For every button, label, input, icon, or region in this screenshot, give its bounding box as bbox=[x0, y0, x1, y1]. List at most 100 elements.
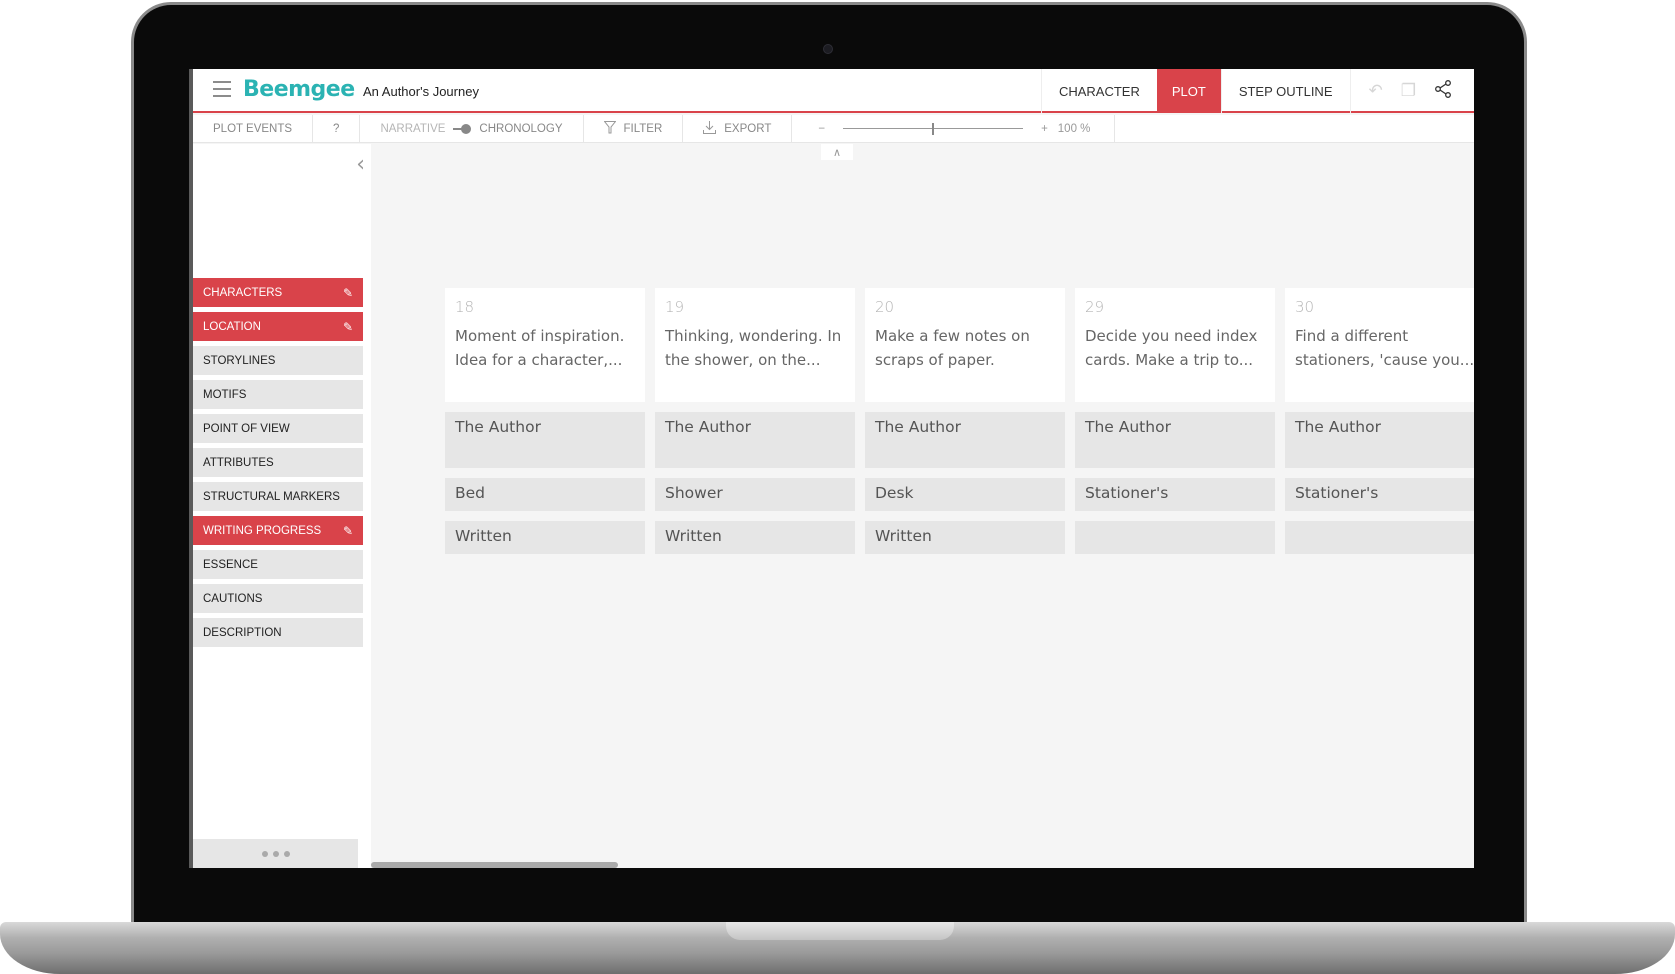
writing-progress-cell[interactable] bbox=[1285, 521, 1474, 554]
plot-event-card[interactable]: 18 Moment of inspiration. Idea for a chara… bbox=[445, 288, 645, 402]
export-label: EXPORT bbox=[724, 122, 772, 135]
horizontal-scrollbar[interactable] bbox=[371, 862, 618, 868]
zoom-control: − + 100 % bbox=[792, 115, 1116, 142]
sidebar-item-label: ESSENCE bbox=[203, 558, 258, 571]
event-description-line: Idea for a character,... bbox=[455, 351, 623, 369]
filter-icon bbox=[602, 120, 617, 137]
more-options-button[interactable] bbox=[193, 839, 358, 868]
writing-progress-cell[interactable]: Written bbox=[445, 521, 645, 554]
event-description: Decide you need index cards. Make a trip … bbox=[1085, 324, 1265, 372]
sidebar-item-structural-markers[interactable]: STRUCTURAL MARKERS bbox=[193, 482, 363, 511]
narrative-label: NARRATIVE bbox=[380, 122, 446, 135]
plot-event-column: 29 Decide you need index cards. Make a tri… bbox=[1075, 288, 1275, 554]
chevron-left-icon[interactable]: ‹ bbox=[356, 152, 365, 177]
view-order-toggle[interactable]: NARRATIVE CHRONOLOGY bbox=[360, 115, 584, 142]
sidebar-item-description[interactable]: DESCRIPTION bbox=[193, 618, 363, 647]
sidebar-item-label: WRITING PROGRESS bbox=[203, 524, 322, 537]
tab-plot[interactable]: PLOT bbox=[1156, 69, 1221, 113]
writing-progress-cell[interactable]: Written bbox=[865, 521, 1065, 554]
plot-event-card[interactable]: 29 Decide you need index cards. Make a tri… bbox=[1075, 288, 1275, 402]
pencil-icon[interactable]: ✎ bbox=[343, 524, 353, 538]
event-number: 20 bbox=[875, 298, 895, 316]
plot-events-button[interactable]: PLOT EVENTS bbox=[193, 115, 314, 142]
location-cell[interactable]: Shower bbox=[655, 478, 855, 511]
dot-icon bbox=[261, 850, 268, 857]
sidebar-item-label: CHARACTERS bbox=[203, 286, 283, 299]
zoom-out-button[interactable]: − bbox=[818, 123, 825, 135]
event-description-line: cards. Make a trip to... bbox=[1085, 351, 1254, 369]
event-description-line: Thinking, wondering. In bbox=[665, 327, 842, 345]
sidebar-item-label: POINT OF VIEW bbox=[203, 422, 290, 435]
writing-progress-cell[interactable]: Written bbox=[655, 521, 855, 554]
event-description-line: the shower, on the... bbox=[665, 351, 821, 369]
toggle-switch-icon[interactable] bbox=[453, 123, 472, 134]
zoom-level: 100 % bbox=[1057, 122, 1091, 135]
event-description-line: scraps of paper. bbox=[875, 351, 995, 369]
plot-event-card[interactable]: 20 Make a few notes on scraps of paper. bbox=[865, 288, 1065, 402]
sidebar-item-motifs[interactable]: MOTIFS bbox=[193, 380, 363, 409]
character-cell[interactable]: The Author bbox=[655, 412, 855, 468]
sidebar-item-label: STRUCTURAL MARKERS bbox=[203, 490, 340, 503]
tab-step-outline[interactable]: STEP OUTLINE bbox=[1220, 69, 1350, 113]
character-cell[interactable]: The Author bbox=[865, 412, 1065, 468]
help-button[interactable]: ? bbox=[313, 115, 361, 142]
export-button[interactable]: EXPORT bbox=[683, 115, 793, 142]
plot-event-card[interactable]: 19 Thinking, wondering. In the shower, on … bbox=[655, 288, 855, 402]
event-description-line: Make a few notes on bbox=[875, 327, 1030, 345]
event-description: Thinking, wondering. In the shower, on th… bbox=[665, 324, 845, 372]
webcam bbox=[823, 44, 833, 54]
sidebar-item-label: LOCATION bbox=[203, 320, 261, 333]
sidebar-rows: CHARACTERS ✎ LOCATION ✎ STORYLINES MOTIFS POIN… bbox=[193, 278, 363, 652]
event-number: 18 bbox=[455, 298, 475, 316]
sidebar-item-label: CAUTIONS bbox=[203, 592, 263, 605]
character-cell[interactable]: The Author bbox=[445, 412, 645, 468]
sidebar-item-point-of-view[interactable]: POINT OF VIEW bbox=[193, 414, 363, 443]
plot-event-column: 30 Find a different stationers, 'cause you… bbox=[1285, 288, 1474, 554]
location-cell[interactable]: Desk bbox=[865, 478, 1065, 511]
location-cell[interactable]: Stationer's bbox=[1075, 478, 1275, 511]
character-cell[interactable]: The Author bbox=[1285, 412, 1474, 468]
download-icon bbox=[703, 120, 717, 137]
plot-toolbar: PLOT EVENTS ? NARRATIVE CHRONOLOGY FILTE… bbox=[193, 115, 1474, 143]
location-cell[interactable]: Bed bbox=[445, 478, 645, 511]
sidebar-item-storylines[interactable]: STORYLINES bbox=[193, 346, 363, 375]
character-cell[interactable]: The Author bbox=[1075, 412, 1275, 468]
chronology-label: CHRONOLOGY bbox=[479, 122, 563, 135]
event-description: Moment of inspiration. Idea for a charact… bbox=[455, 324, 635, 372]
main-nav: CHARACTER PLOT STEP OUTLINE ↶ ❐ bbox=[1040, 69, 1474, 113]
sidebar-item-attributes[interactable]: ATTRIBUTES bbox=[193, 448, 363, 477]
share-icon[interactable] bbox=[1434, 79, 1452, 103]
sidebar-item-essence[interactable]: ESSENCE bbox=[193, 550, 363, 579]
sidebar-item-label: STORYLINES bbox=[203, 354, 276, 367]
event-description: Make a few notes on scraps of paper. bbox=[875, 324, 1055, 372]
document-title: An Author's Journey bbox=[363, 84, 479, 99]
plot-event-card[interactable]: 30 Find a different stationers, 'cause you… bbox=[1285, 288, 1474, 402]
zoom-in-button[interactable]: + bbox=[1041, 123, 1048, 135]
sidebar-item-label: ATTRIBUTES bbox=[203, 456, 274, 469]
filter-button[interactable]: FILTER bbox=[584, 115, 684, 142]
sidebar-item-label: DESCRIPTION bbox=[203, 626, 282, 639]
dot-icon bbox=[283, 850, 290, 857]
event-number: 29 bbox=[1085, 298, 1105, 316]
zoom-slider-thumb[interactable] bbox=[932, 122, 935, 135]
sidebar-item-characters[interactable]: CHARACTERS ✎ bbox=[193, 278, 363, 307]
dot-icon bbox=[272, 850, 279, 857]
event-number: 30 bbox=[1295, 298, 1315, 316]
writing-progress-cell[interactable] bbox=[1075, 521, 1275, 554]
sidebar-item-writing-progress[interactable]: WRITING PROGRESS ✎ bbox=[193, 516, 363, 545]
logo[interactable]: Beemgee bbox=[243, 77, 355, 102]
event-number: 19 bbox=[665, 298, 685, 316]
sidebar-item-cautions[interactable]: CAUTIONS bbox=[193, 584, 363, 613]
collapse-up-button[interactable]: ∧ bbox=[821, 144, 853, 160]
undo-icon[interactable]: ↶ bbox=[1369, 81, 1383, 101]
pencil-icon[interactable]: ✎ bbox=[343, 320, 353, 334]
filter-label: FILTER bbox=[623, 122, 663, 135]
menu-icon[interactable] bbox=[213, 81, 231, 97]
pencil-icon[interactable]: ✎ bbox=[343, 286, 353, 300]
sidebar-item-location[interactable]: LOCATION ✎ bbox=[193, 312, 363, 341]
zoom-slider[interactable] bbox=[843, 122, 1024, 136]
copy-icon[interactable]: ❐ bbox=[1401, 81, 1416, 101]
tab-character[interactable]: CHARACTER bbox=[1040, 69, 1157, 113]
location-cell[interactable]: Stationer's bbox=[1285, 478, 1474, 511]
laptop-notch bbox=[726, 922, 954, 940]
